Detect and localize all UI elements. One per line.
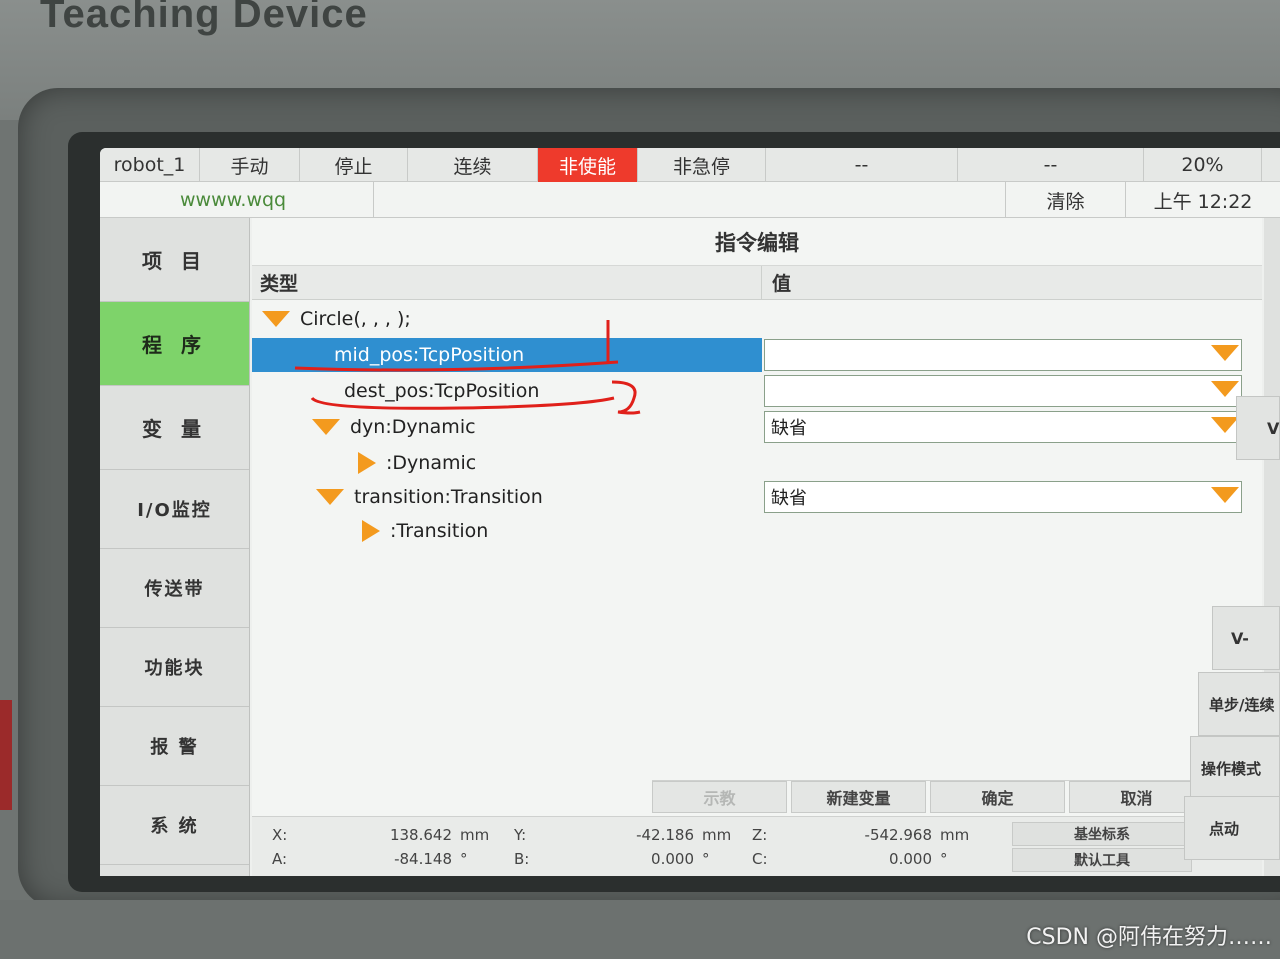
red-annotation-overlay <box>294 320 641 415</box>
annotation-mark <box>310 396 615 410</box>
watermark: CSDN @阿伟在努力…… <box>1026 925 1272 950</box>
annotation-mark <box>294 360 619 372</box>
annotation-mark <box>611 380 641 415</box>
